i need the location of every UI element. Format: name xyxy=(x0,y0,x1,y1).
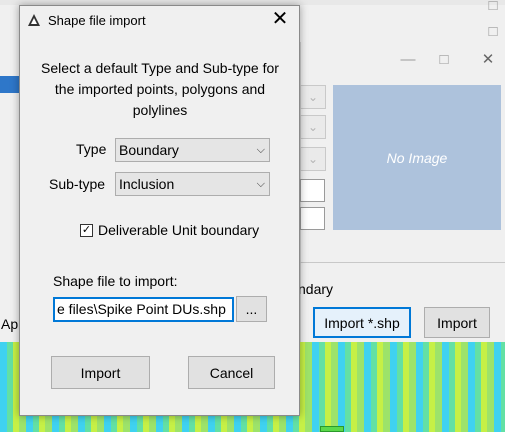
browse-button[interactable]: ... xyxy=(236,296,267,322)
subtype-select[interactable]: Inclusion ⌵ xyxy=(115,172,270,196)
shapefile-label: Shape file to import: xyxy=(53,273,178,289)
map-marker xyxy=(320,426,344,432)
shape-file-import-dialog: Shape file import ✕ Select a default Typ… xyxy=(19,5,300,416)
background-left-label: Ap xyxy=(1,316,19,332)
type-select[interactable]: Boundary ⌵ xyxy=(115,138,270,162)
app-icon xyxy=(28,14,40,26)
subtype-select-value: Inclusion xyxy=(119,176,175,192)
image-preview: No Image xyxy=(333,85,501,230)
background-separator xyxy=(300,262,505,263)
cancel-button[interactable]: Cancel xyxy=(188,356,275,389)
background-combo-1[interactable]: ⌄ xyxy=(300,85,326,109)
subtype-label: Sub-type xyxy=(49,176,106,192)
background-import-button[interactable]: Import xyxy=(424,307,490,338)
shapefile-path-input[interactable]: e files\Spike Point DUs.shp xyxy=(53,297,234,322)
no-image-text: No Image xyxy=(386,149,448,166)
import-button[interactable]: Import xyxy=(51,356,150,389)
deliverable-unit-label[interactable]: Deliverable Unit boundary xyxy=(98,222,259,238)
background-textbox-1[interactable] xyxy=(300,179,325,202)
shapefile-path-value: e files\Spike Point DUs.shp xyxy=(57,301,226,317)
background-maximize-button[interactable]: □ xyxy=(483,0,503,16)
background-close-button[interactable]: ✕ xyxy=(478,50,498,70)
type-label: Type xyxy=(76,141,107,157)
background-restore-button[interactable]: □ xyxy=(483,22,503,42)
chevron-down-icon: ⌵ xyxy=(256,144,265,156)
background-checkbox-label: ndary xyxy=(298,281,334,297)
instruction-text: Select a default Type and Sub-type for t… xyxy=(41,60,279,118)
background-maximize-button-2[interactable]: □ xyxy=(434,50,454,70)
background-combo-3[interactable]: ⌄ xyxy=(300,147,326,171)
chevron-down-icon: ⌵ xyxy=(256,178,265,190)
background-combo-2[interactable]: ⌄ xyxy=(300,115,326,139)
import-shp-button[interactable]: Import *.shp xyxy=(313,307,411,338)
dialog-title: Shape file import xyxy=(48,13,146,28)
close-icon[interactable]: ✕ xyxy=(270,8,290,30)
background-textbox-2[interactable] xyxy=(300,207,325,230)
deliverable-unit-checkbox[interactable]: ✓ xyxy=(80,224,93,237)
background-minimize-button[interactable]: — xyxy=(398,50,418,70)
type-select-value: Boundary xyxy=(119,142,179,158)
background-selected-item xyxy=(0,76,19,93)
